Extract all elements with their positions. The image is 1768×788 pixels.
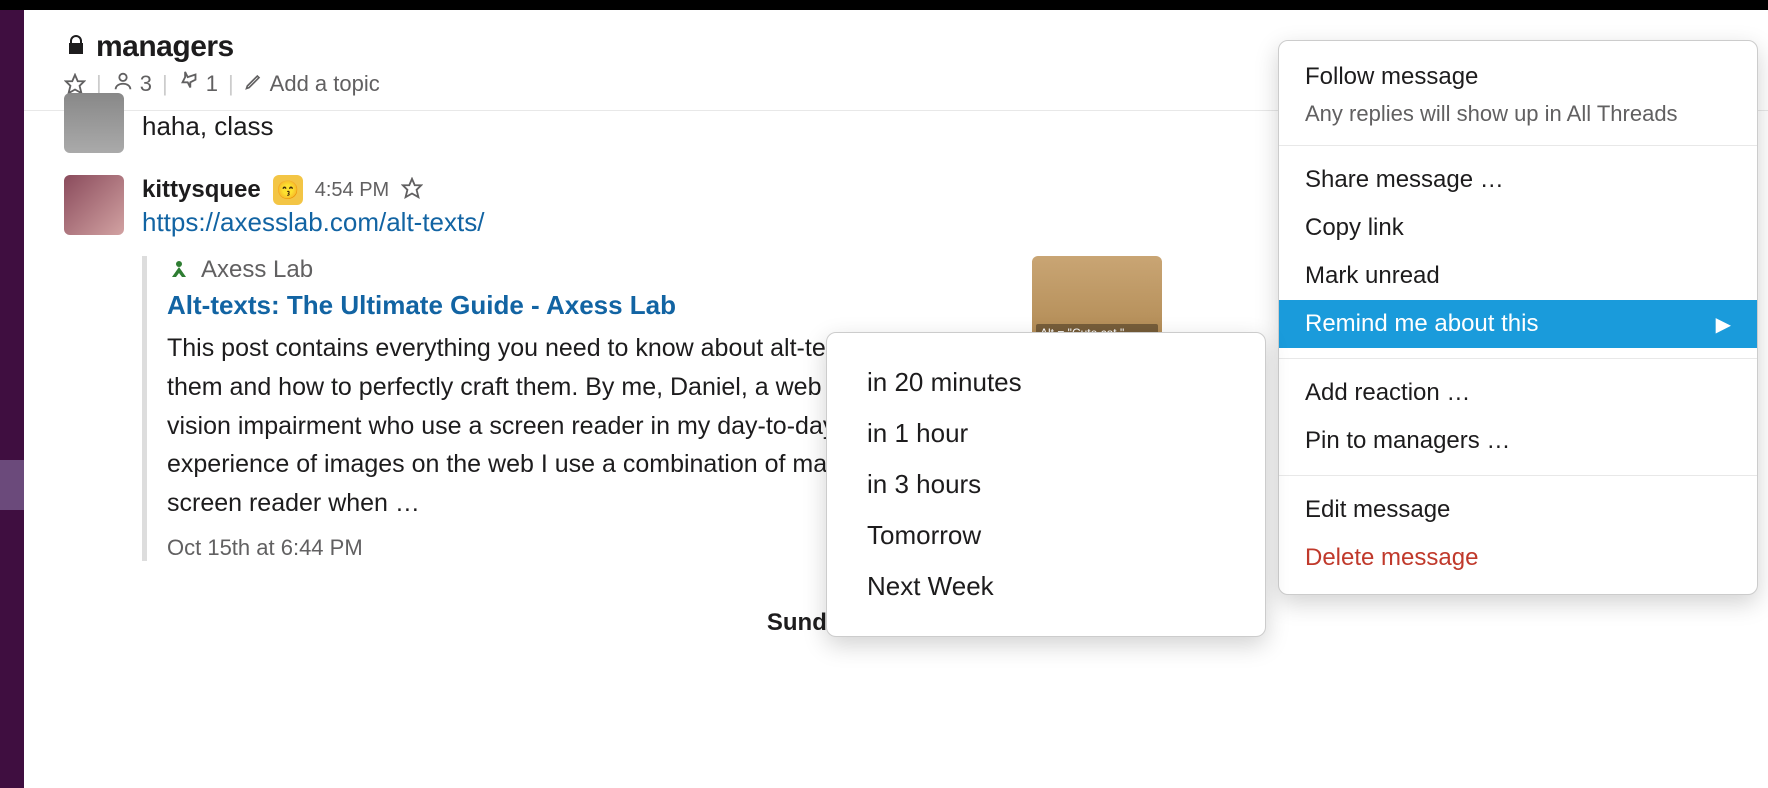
submenu-item-20min[interactable]: in 20 minutes (827, 357, 1265, 408)
menu-divider (1279, 475, 1757, 476)
menu-item-label: Pin to managers … (1305, 427, 1510, 455)
pin-count-value: 1 (206, 71, 218, 97)
message-link[interactable]: https://axesslab.com/alt-texts/ (142, 207, 484, 237)
star-message-button[interactable] (401, 177, 423, 204)
message-username[interactable]: kittysquee (142, 176, 261, 204)
menu-copy-link[interactable]: Copy link (1279, 204, 1757, 252)
menu-mark-unread[interactable]: Mark unread (1279, 252, 1757, 300)
menu-follow-subtext: Any replies will show up in All Threads (1279, 101, 1757, 135)
message-timestamp[interactable]: 4:54 PM (315, 179, 389, 202)
menu-divider (1279, 145, 1757, 146)
attachment-site-row: Axess Lab (167, 256, 1012, 284)
menu-item-label: Share message … (1305, 166, 1504, 194)
attachment-site-name: Axess Lab (201, 256, 313, 284)
member-count-value: 3 (140, 71, 152, 97)
submenu-item-1hour[interactable]: in 1 hour (827, 408, 1265, 459)
menu-item-label: Follow message (1305, 63, 1478, 91)
channel-name-row[interactable]: managers (64, 30, 380, 64)
meta-separator: | (162, 71, 168, 97)
sidebar-strip (0, 10, 24, 788)
meta-separator: | (228, 71, 234, 97)
menu-delete-message[interactable]: Delete message (1279, 534, 1757, 582)
menu-pin-to-channel[interactable]: Pin to managers … (1279, 417, 1757, 465)
menu-divider (1279, 358, 1757, 359)
submenu-item-nextweek[interactable]: Next Week (827, 561, 1265, 612)
menu-item-label: Copy link (1305, 214, 1404, 242)
channel-name: managers (96, 30, 234, 64)
attachment-title[interactable]: Alt-texts: The Ultimate Guide - Axess La… (167, 290, 1012, 321)
remind-me-submenu: in 20 minutes in 1 hour in 3 hours Tomor… (826, 332, 1266, 637)
chevron-right-icon: ▶ (1716, 312, 1731, 337)
avatar[interactable] (64, 93, 124, 153)
menu-remind-me[interactable]: Remind me about this ▶ (1279, 300, 1757, 348)
site-favicon-icon (167, 258, 191, 282)
window-top-border (0, 0, 1768, 10)
message-context-menu: Follow message Any replies will show up … (1278, 40, 1758, 595)
channel-pin-count[interactable]: 1 (178, 70, 218, 98)
pencil-icon (244, 71, 264, 97)
submenu-item-3hours[interactable]: in 3 hours (827, 459, 1265, 510)
menu-follow-message[interactable]: Follow message (1279, 53, 1757, 101)
menu-item-label: Remind me about this (1305, 310, 1538, 338)
menu-share-message[interactable]: Share message … (1279, 156, 1757, 204)
menu-item-label: Delete message (1305, 544, 1478, 572)
sidebar-active-indicator (0, 460, 24, 510)
avatar[interactable] (64, 175, 124, 235)
menu-add-reaction[interactable]: Add reaction … (1279, 369, 1757, 417)
lock-icon (64, 33, 88, 62)
channel-topic-button[interactable]: Add a topic (244, 71, 380, 97)
submenu-item-tomorrow[interactable]: Tomorrow (827, 510, 1265, 561)
menu-item-label: Edit message (1305, 496, 1450, 524)
menu-item-label: Add reaction … (1305, 379, 1470, 407)
kissing-face-icon: 😙 (273, 175, 303, 205)
channel-star-button[interactable] (64, 73, 86, 95)
menu-item-label: Mark unread (1305, 262, 1440, 290)
menu-edit-message[interactable]: Edit message (1279, 486, 1757, 534)
pin-icon (178, 70, 200, 98)
channel-header-left: managers | 3 | 1 (64, 30, 380, 98)
topic-placeholder: Add a topic (270, 71, 380, 97)
